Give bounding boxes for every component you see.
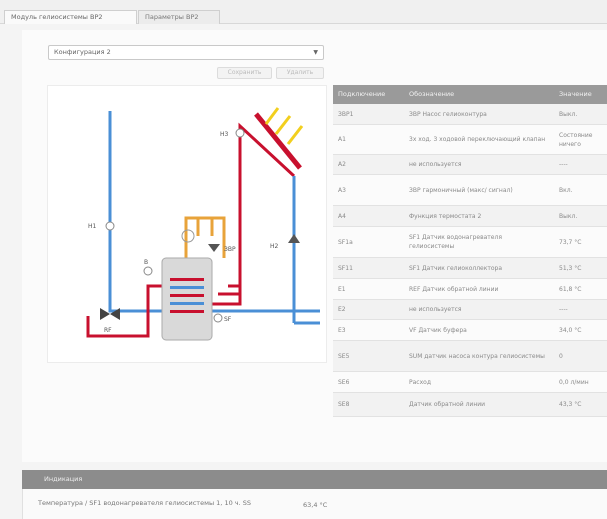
table-row: A2 не используется ----: [333, 155, 607, 175]
cell-value: ----: [559, 306, 568, 313]
collector-pipe: [218, 122, 296, 296]
cell-name: Функция термостата 2: [409, 212, 482, 220]
pump-icon: [288, 234, 300, 243]
cell-port: E3: [338, 326, 346, 334]
storage-tank: [161, 257, 213, 341]
sensor-icon: [105, 221, 115, 231]
cell-name: 3х ход. 3 ходовой переключающий клапан: [409, 136, 546, 143]
indication-label: Температура / SF1 водонагревателя гелиос…: [38, 499, 252, 507]
label-sf: SF: [224, 316, 232, 323]
cell-value: Выкл.: [559, 110, 578, 118]
cell-port: E2: [338, 306, 346, 313]
cell-name: Расход: [409, 378, 431, 386]
cell-value: 34,0 °C: [559, 326, 582, 334]
cell-port: E1: [338, 285, 346, 293]
column-header: Подключение: [338, 90, 386, 98]
column-header: Обозначение: [409, 90, 455, 98]
solar-return-pipe: [292, 176, 320, 325]
cell-value: 61,8 °C: [559, 285, 582, 293]
cell-value: 73,7 °C: [559, 238, 582, 246]
chevron-down-icon: ▼: [313, 49, 318, 56]
table-row: ЗВР1 ЗВР Насос гелиоконтура Выкл.: [333, 104, 607, 125]
sensor-icon: [143, 266, 153, 276]
table-row: A4 Функция термостата 2 Выкл.: [333, 206, 607, 227]
cell-name: SF1 Датчик водонагревателя гелиосистемы: [409, 234, 502, 250]
sensor-icon: [235, 128, 245, 138]
cell-value: Состояние ничего: [559, 131, 593, 148]
cell-port: SE6: [338, 378, 350, 386]
label-rf: RF: [104, 327, 112, 334]
cell-name: не используется: [409, 306, 462, 313]
table-header: Подключение Обозначение Значение: [333, 85, 607, 104]
table-row: E1 REF Датчик обратной линии 61,8 °C: [333, 279, 607, 300]
config-select[interactable]: Конфигурация 2 ▼: [48, 45, 324, 60]
table-row: SE5 SUM датчик насоса контура гелиосисте…: [333, 341, 607, 372]
cell-name: SUM датчик насоса контура гелиосистемы: [409, 352, 545, 360]
cell-name: REF Датчик обратной линии: [409, 285, 499, 293]
cell-port: A3: [338, 186, 346, 194]
cell-port: SE8: [338, 401, 350, 408]
cell-value: 0: [559, 352, 563, 360]
cell-port: ЗВР1: [338, 110, 354, 118]
cell-name: Датчик обратной линии: [409, 401, 486, 408]
cell-value: 0,0 л/мин: [559, 378, 589, 386]
tab-bar: Модуль гелиосистемы BP2 Параметры BP2: [0, 0, 607, 24]
cell-port: A1: [338, 136, 346, 143]
cell-name: VF Датчик буфера: [409, 326, 467, 334]
cell-value: 43,3 °C: [559, 401, 582, 408]
cell-value: ----: [559, 161, 568, 168]
hydraulic-diagram-svg: H3 H1 В H2 ЗВР SF RF: [86, 107, 320, 341]
tab-solar-module[interactable]: Модуль гелиосистемы BP2: [4, 10, 137, 24]
indications-title: Индикация: [44, 475, 83, 483]
table-row: SF11 SF1 Датчик гелиоколлектора 51,3 °C: [333, 258, 607, 279]
table-row: SF1a SF1 Датчик водонагревателя гелиосис…: [333, 227, 607, 258]
sensor-icon: [213, 313, 223, 323]
label-h1: H1: [88, 223, 97, 230]
column-header: Значение: [559, 90, 592, 98]
label-h3: H3: [220, 131, 229, 138]
indication-value: 63,4 °C: [303, 501, 328, 509]
cell-port: SF11: [338, 264, 353, 272]
cell-name: не используется: [409, 161, 462, 168]
table-row: SE6 Расход 0,0 л/мин: [333, 372, 607, 393]
cell-port: SE5: [338, 352, 350, 360]
label-b: В: [144, 259, 148, 266]
table-row: A1 3х ход. 3 ходовой переключающий клапа…: [333, 125, 607, 155]
delete-button[interactable]: Удалить: [276, 67, 324, 79]
cell-port: A2: [338, 161, 346, 168]
indication-row: Температура / SF1 водонагревателя гелиос…: [22, 489, 607, 519]
table-row: SE8 Датчик обратной линии 43,3 °C: [333, 393, 607, 417]
shower-icon: [181, 229, 195, 243]
hydraulic-diagram: H3 H1 В H2 ЗВР SF RF: [47, 85, 327, 363]
cell-value: 51,3 °C: [559, 264, 582, 272]
label-sp: ЗВР: [224, 246, 236, 253]
dhw-pipe: [184, 216, 226, 258]
cell-name: ЗВР Насос гелиоконтура: [409, 110, 487, 118]
cell-name: ЗВР гармоничный (макс/ сигнал): [409, 186, 513, 194]
indications-header[interactable]: Индикация: [22, 470, 607, 489]
cell-port: A4: [338, 212, 346, 220]
sun-icon: [264, 107, 304, 145]
pump-icon-2: [208, 244, 220, 252]
cell-name: SF1 Датчик гелиоколлектора: [409, 264, 502, 272]
cell-value: Выкл.: [559, 212, 578, 220]
cell-port: SF1a: [338, 238, 353, 246]
tab-parameters[interactable]: Параметры BP2: [138, 10, 220, 24]
table-row: E2 не используется ----: [333, 300, 607, 320]
table-row: E3 VF Датчик буфера 34,0 °C: [333, 320, 607, 341]
table-row: A3 ЗВР гармоничный (макс/ сигнал) Вкл.: [333, 175, 607, 206]
save-button[interactable]: Сохранить: [217, 67, 272, 79]
config-select-value: Конфигурация 2: [54, 48, 111, 56]
cell-value: Вкл.: [559, 186, 573, 194]
label-h2: H2: [270, 243, 279, 250]
connections-table: Подключение Обозначение Значение ЗВР1 ЗВ…: [333, 85, 607, 453]
